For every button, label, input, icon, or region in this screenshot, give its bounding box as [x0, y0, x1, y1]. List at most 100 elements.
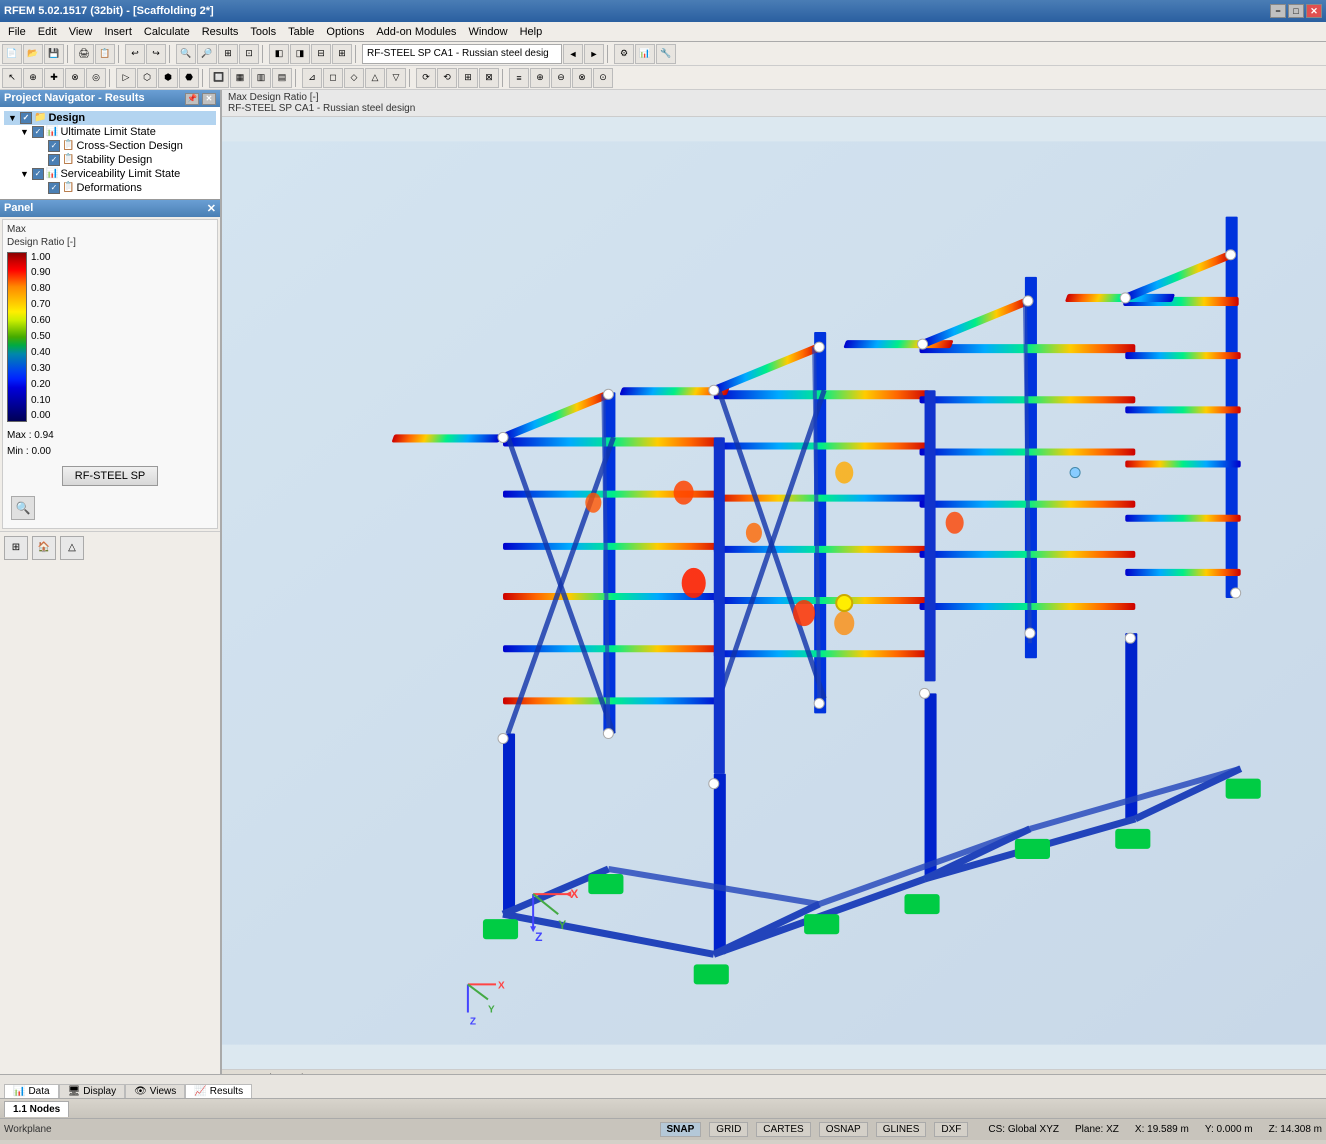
checkbox-sd[interactable]: ✓	[48, 154, 60, 166]
bottom-icon-home[interactable]: 🏠	[32, 536, 56, 560]
tb2-b27[interactable]: ⊙	[593, 68, 613, 88]
menu-calculate[interactable]: Calculate	[138, 24, 196, 40]
expand-icon-design[interactable]: ▼	[8, 113, 20, 123]
tree-item-sd[interactable]: ✓ 📋 Stability Design	[4, 153, 216, 167]
menu-window[interactable]: Window	[462, 24, 513, 40]
menu-addon[interactable]: Add-on Modules	[370, 24, 462, 40]
print2-btn[interactable]: 📋	[95, 44, 115, 64]
tb2-b21[interactable]: ⊞	[458, 68, 478, 88]
nav-next-btn[interactable]: ►	[584, 44, 604, 64]
menu-options[interactable]: Options	[320, 24, 370, 40]
tb2-b25[interactable]: ⊖	[551, 68, 571, 88]
bottom-icon-grid[interactable]: ⊞	[4, 536, 28, 560]
menu-insert[interactable]: Insert	[98, 24, 138, 40]
tb2-b20[interactable]: ⟲	[437, 68, 457, 88]
t3[interactable]: ⊟	[311, 44, 331, 64]
grid-btn[interactable]: GRID	[709, 1122, 748, 1137]
addon-dropdown[interactable]: RF-STEEL SP CA1 - Russian steel desig	[362, 44, 562, 64]
tb2-b9[interactable]: ⬣	[179, 68, 199, 88]
tb2-b24[interactable]: ⊕	[530, 68, 550, 88]
tb2-b23[interactable]: ≡	[509, 68, 529, 88]
checkbox-sls[interactable]: ✓	[32, 168, 44, 180]
project-nav-close-btn[interactable]: ✕	[202, 93, 216, 105]
tb2-b8[interactable]: ⬢	[158, 68, 178, 88]
csd-icon: 📋	[62, 140, 74, 151]
rfsteel-button[interactable]: RF-STEEL SP	[62, 466, 159, 486]
tb2-b17[interactable]: △	[365, 68, 385, 88]
new-btn[interactable]: 📄	[2, 44, 22, 64]
open-btn[interactable]: 📂	[23, 44, 43, 64]
tb-extra3[interactable]: 🔧	[656, 44, 676, 64]
menu-table[interactable]: Table	[282, 24, 320, 40]
minimize-button[interactable]: −	[1270, 4, 1286, 18]
menu-results[interactable]: Results	[196, 24, 245, 40]
print-btn[interactable]: 🖨	[74, 44, 94, 64]
zoom-out-btn[interactable]: 🔎	[197, 44, 217, 64]
menu-tools[interactable]: Tools	[244, 24, 282, 40]
tb2-b2[interactable]: ⊕	[23, 68, 43, 88]
maximize-button[interactable]: □	[1288, 4, 1304, 18]
sep1	[67, 45, 71, 63]
dxf-btn[interactable]: DXF	[934, 1122, 968, 1137]
bottom-icon-tri[interactable]: △	[60, 536, 84, 560]
tb2-b3[interactable]: ✚	[44, 68, 64, 88]
tb2-b4[interactable]: ⊗	[65, 68, 85, 88]
tb2-b7[interactable]: ⬡	[137, 68, 157, 88]
project-nav-pin-btn[interactable]: 📌	[185, 93, 199, 105]
tb2-b1[interactable]: ↖	[2, 68, 22, 88]
undo-btn[interactable]: ↩	[125, 44, 145, 64]
t1[interactable]: ◧	[269, 44, 289, 64]
tb2-b13[interactable]: ▤	[272, 68, 292, 88]
tb-extra2[interactable]: 📊	[635, 44, 655, 64]
tb2-b5[interactable]: ◎	[86, 68, 106, 88]
tab-results[interactable]: 📈 Results	[185, 1084, 252, 1098]
save-btn[interactable]: 💾	[44, 44, 64, 64]
menu-view[interactable]: View	[63, 24, 99, 40]
cartes-btn[interactable]: CARTES	[756, 1122, 810, 1137]
t4[interactable]: ⊞	[332, 44, 352, 64]
nav-prev-btn[interactable]: ◄	[563, 44, 583, 64]
expand-icon-uls[interactable]: ▼	[20, 127, 32, 137]
zoom-in-btn[interactable]: 🔍	[176, 44, 196, 64]
tree-item-design[interactable]: ▼ ✓ 📁 Design	[4, 111, 216, 125]
tb2-b14[interactable]: ⊿	[302, 68, 322, 88]
tb2-b18[interactable]: ▽	[386, 68, 406, 88]
zoom-all-btn[interactable]: ⊞	[218, 44, 238, 64]
osnap-btn[interactable]: OSNAP	[819, 1122, 868, 1137]
tree-item-csd[interactable]: ✓ 📋 Cross-Section Design	[4, 139, 216, 153]
glines-btn[interactable]: GLINES	[876, 1122, 927, 1137]
zoom-fit-btn[interactable]: ⊡	[239, 44, 259, 64]
tree-item-def[interactable]: ✓ 📋 Deformations	[4, 181, 216, 195]
snap-btn[interactable]: SNAP	[660, 1122, 702, 1137]
tree-item-sls[interactable]: ▼ ✓ 📊 Serviceability Limit State	[4, 167, 216, 181]
tab-nodes[interactable]: 1.1 Nodes	[4, 1101, 69, 1117]
checkbox-uls[interactable]: ✓	[32, 126, 44, 138]
tab-display[interactable]: 🖥 Display	[59, 1084, 126, 1098]
expand-icon-sls[interactable]: ▼	[20, 169, 32, 179]
tb2-b6[interactable]: ▷	[116, 68, 136, 88]
checkbox-design[interactable]: ✓	[20, 112, 32, 124]
tab-views[interactable]: 👁 Views	[125, 1084, 185, 1098]
tb2-b22[interactable]: ⊠	[479, 68, 499, 88]
tb2-b19[interactable]: ⟳	[416, 68, 436, 88]
tb2-b12[interactable]: ▥	[251, 68, 271, 88]
tab-data[interactable]: 📊 Data	[4, 1084, 59, 1098]
menu-file[interactable]: File	[2, 24, 32, 40]
tb-extra1[interactable]: ⚙	[614, 44, 634, 64]
close-button[interactable]: ✕	[1306, 4, 1322, 18]
t2[interactable]: ◨	[290, 44, 310, 64]
viewport-canvas[interactable]: X Z Y X Z Y	[222, 117, 1326, 1069]
menu-edit[interactable]: Edit	[32, 24, 63, 40]
redo-btn[interactable]: ↪	[146, 44, 166, 64]
tb2-b26[interactable]: ⊗	[572, 68, 592, 88]
tb2-b15[interactable]: ◻	[323, 68, 343, 88]
checkbox-def[interactable]: ✓	[48, 182, 60, 194]
tb2-b10[interactable]: 🔲	[209, 68, 229, 88]
panel-search-btn[interactable]: 🔍	[11, 496, 35, 520]
menu-help[interactable]: Help	[514, 24, 549, 40]
tree-item-uls[interactable]: ▼ ✓ 📊 Ultimate Limit State	[4, 125, 216, 139]
panel-close-btn[interactable]: ✕	[207, 202, 216, 215]
tb2-b16[interactable]: ◇	[344, 68, 364, 88]
checkbox-csd[interactable]: ✓	[48, 140, 60, 152]
tb2-b11[interactable]: ▦	[230, 68, 250, 88]
